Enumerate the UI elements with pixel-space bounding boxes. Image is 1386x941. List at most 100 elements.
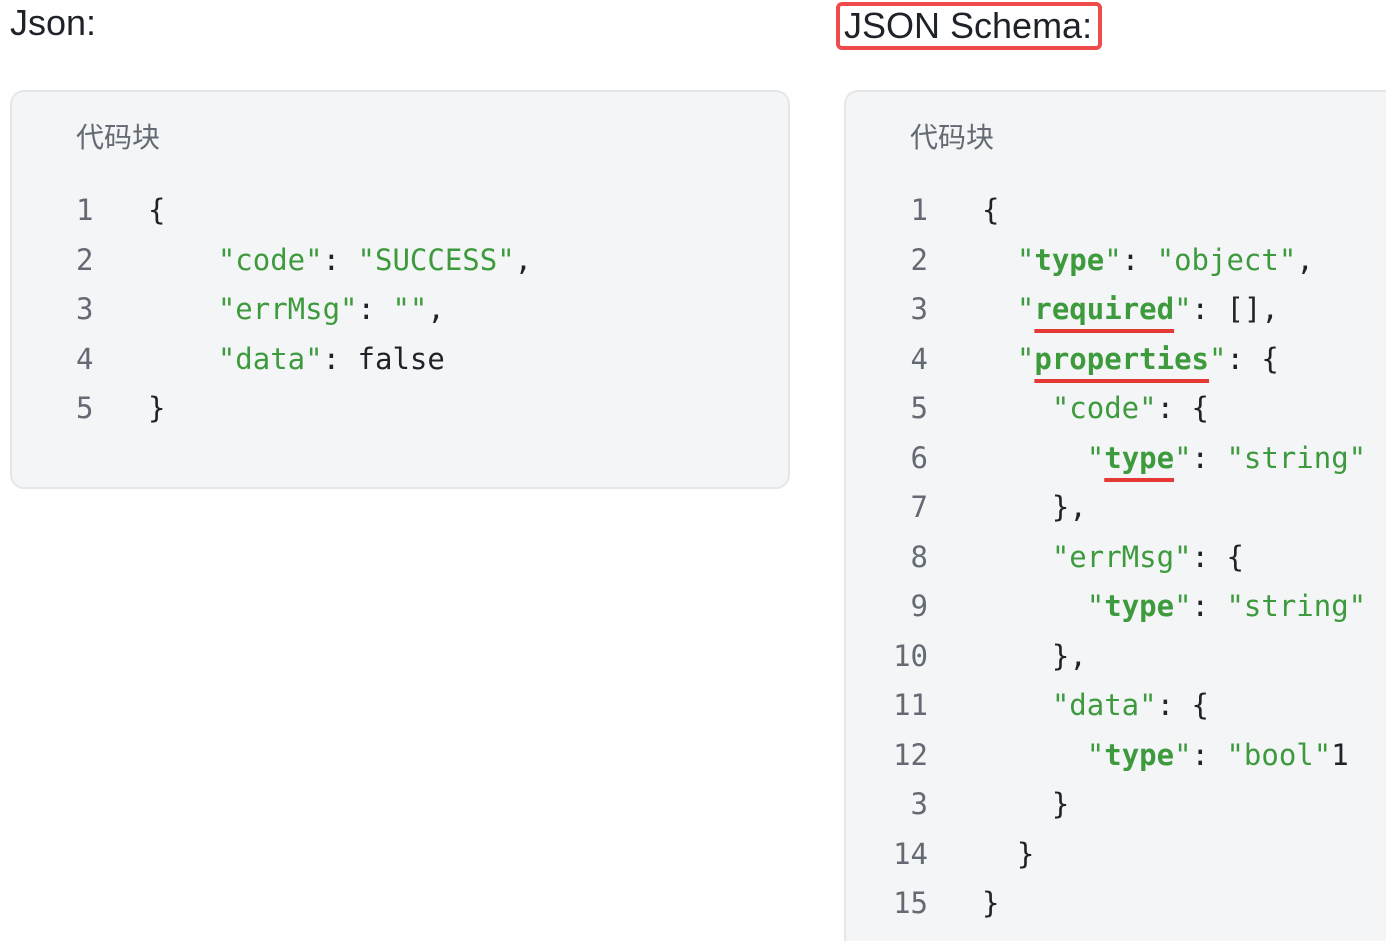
json-key: "errMsg" xyxy=(217,292,358,326)
line-number: 11 xyxy=(893,688,928,722)
line-number: 2 xyxy=(76,242,94,277)
json-key: "type" xyxy=(1016,242,1122,277)
code-line: 14 } xyxy=(846,830,1386,880)
line-number: 1 xyxy=(910,193,928,227)
code-block-label: 代码块 xyxy=(76,121,161,154)
type-keyword: type xyxy=(1034,242,1105,277)
code-line: 4 "properties": { xyxy=(846,335,1386,385)
brace: } xyxy=(1051,638,1070,673)
code-text: }, xyxy=(1051,490,1087,524)
code-text: "properties": { xyxy=(1016,341,1279,376)
json-key: "errMsg" xyxy=(1051,539,1192,574)
code-text: { xyxy=(148,186,165,236)
code-text: } xyxy=(982,780,1069,830)
json-value: false xyxy=(357,341,445,376)
code-line: 9 "type": "string" xyxy=(846,582,1386,632)
code-line: 7 }, xyxy=(846,483,1386,533)
brace: { xyxy=(982,193,1000,227)
json-value: "object" xyxy=(1156,242,1297,277)
line-number: 4 xyxy=(910,341,928,376)
json-key: "type" xyxy=(1086,737,1192,772)
code-line: 3 } xyxy=(846,780,1386,830)
code-line: 3 "required": [], xyxy=(846,285,1386,335)
json-value: "" xyxy=(392,292,428,326)
code-text: { xyxy=(982,186,999,236)
line-number: 2 xyxy=(910,242,928,277)
line-number: 3 xyxy=(76,292,94,326)
code-line: 1 { xyxy=(846,186,1386,236)
code-line: 11 "data": { xyxy=(846,681,1386,731)
code-text: "data": false xyxy=(217,341,445,376)
type-keyword: type xyxy=(1104,737,1175,772)
type-keyword: type xyxy=(1104,589,1175,623)
code-line: 2 "code": "SUCCESS", xyxy=(12,236,788,286)
code-text: "type": "bool"1 xyxy=(1086,737,1349,772)
json-value: "string" xyxy=(1226,589,1367,623)
code-text: "errMsg": "", xyxy=(217,292,445,326)
json-key: "required" xyxy=(1016,292,1192,326)
brace: { xyxy=(1191,688,1209,722)
properties-keyword-underlined: properties xyxy=(1034,341,1209,376)
line-number: 9 xyxy=(910,589,928,623)
brace: } xyxy=(1016,836,1035,871)
code-line: 15 } xyxy=(846,879,1386,929)
line-number: 4 xyxy=(76,341,94,376)
brace: } xyxy=(982,886,1000,920)
json-key: "data" xyxy=(1051,688,1157,722)
json-key: "data" xyxy=(217,341,323,376)
trailing-digit: 1 xyxy=(1331,737,1349,772)
json-key: "code" xyxy=(1051,391,1157,425)
type-keyword-underlined: type xyxy=(1104,440,1175,475)
brace: } xyxy=(1051,787,1070,821)
brace: { xyxy=(1226,539,1244,574)
code-line: 12 "type": "bool"1 xyxy=(846,731,1386,781)
code-text: "type": "object", xyxy=(1016,242,1314,277)
code-line: 10 }, xyxy=(846,632,1386,682)
code-line: 4 "data": false xyxy=(12,335,788,385)
line-number: 3 xyxy=(910,787,928,821)
code-line: 5 "code": { xyxy=(846,384,1386,434)
json-key: "type" xyxy=(1086,440,1192,475)
line-number: 3 xyxy=(910,292,928,326)
brace: { xyxy=(1261,341,1279,376)
line-number: 5 xyxy=(910,391,928,425)
code-line: 8 "errMsg": { xyxy=(846,533,1386,583)
json-key: "properties" xyxy=(1016,341,1227,376)
code-block-label: 代码块 xyxy=(910,121,995,154)
code-line: 6 "type": "string" xyxy=(846,434,1386,484)
code-text: } xyxy=(982,830,1034,880)
line-number: 15 xyxy=(893,886,928,920)
brace: { xyxy=(148,193,166,227)
line-number: 12 xyxy=(893,737,928,772)
code-text: "code": { xyxy=(1051,391,1209,425)
line-number: 1 xyxy=(76,193,94,227)
code-line: 1 { xyxy=(12,186,788,236)
code-text: } xyxy=(982,879,999,929)
json-value: "bool" xyxy=(1226,737,1332,772)
json-schema-heading: JSON Schema: xyxy=(836,2,1103,50)
code-lines: 1 { 2 "type": "object", 3 "required": []… xyxy=(846,186,1386,929)
code-text: } xyxy=(148,384,165,434)
json-key: "code" xyxy=(217,242,323,277)
json-code-block: 代码块 1 { 2 "code": "SUCCESS", 3 "errMsg":… xyxy=(10,90,790,489)
brace: } xyxy=(148,391,166,425)
required-keyword-underlined: required xyxy=(1034,292,1175,326)
brace: } xyxy=(1051,490,1070,524)
code-text: "type": "string" xyxy=(1086,440,1367,475)
json-value: [] xyxy=(1226,292,1262,326)
json-value: "string" xyxy=(1226,440,1367,475)
code-text: "type": "string" xyxy=(1086,589,1367,623)
line-number: 6 xyxy=(910,440,928,475)
code-text: "code": "SUCCESS", xyxy=(217,242,533,277)
code-text: "required": [], xyxy=(1016,292,1279,326)
code-lines: 1 { 2 "code": "SUCCESS", 3 "errMsg": "",… xyxy=(12,186,788,434)
line-number: 7 xyxy=(910,490,928,524)
line-number: 8 xyxy=(910,539,928,574)
json-heading: Json: xyxy=(10,2,97,43)
code-line: 5 } xyxy=(12,384,788,434)
code-text: "data": { xyxy=(1051,688,1209,722)
brace: { xyxy=(1191,391,1209,425)
json-key: "type" xyxy=(1086,589,1192,623)
line-number: 5 xyxy=(76,391,94,425)
json-value: "SUCCESS" xyxy=(357,242,515,277)
